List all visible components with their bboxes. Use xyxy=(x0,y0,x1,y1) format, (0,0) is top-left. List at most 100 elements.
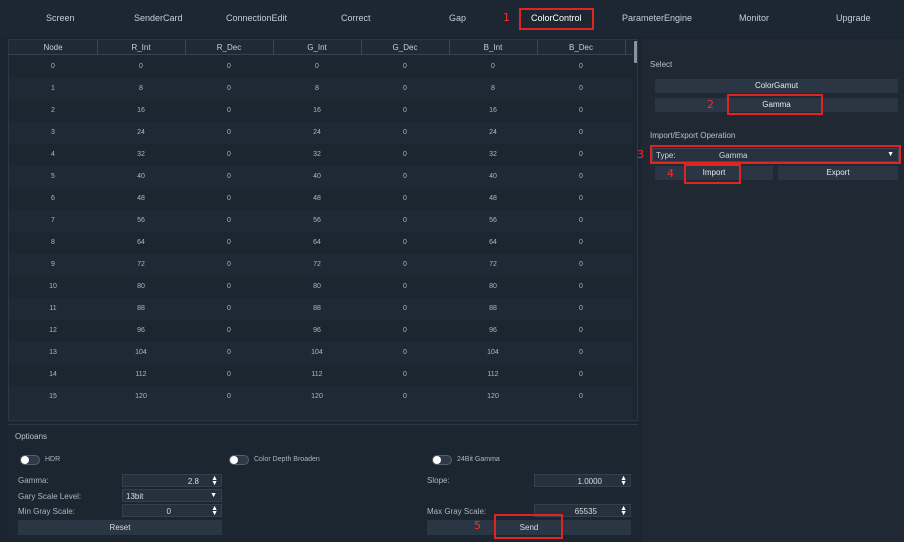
table-cell[interactable]: 0 xyxy=(537,283,625,290)
table-row[interactable]: 11 88 0 88 0 88 0 xyxy=(9,298,633,320)
table-cell[interactable]: 0 xyxy=(537,305,625,312)
spin-arrows-icon[interactable]: ▲ ▼ xyxy=(211,475,218,487)
table-cell[interactable]: 0 xyxy=(185,393,273,400)
table-cell[interactable]: 96 xyxy=(273,327,361,334)
table-cell[interactable]: 96 xyxy=(97,327,185,334)
table-cell[interactable]: 8 xyxy=(97,85,185,92)
table-cell[interactable]: 40 xyxy=(97,173,185,180)
table-cell[interactable]: 0 xyxy=(361,393,449,400)
table-cell[interactable]: 112 xyxy=(449,371,537,378)
table-cell[interactable]: 0 xyxy=(185,107,273,114)
spin-arrows-icon[interactable]: ▲ ▼ xyxy=(211,505,218,517)
table-cell[interactable]: 0 xyxy=(185,195,273,202)
table-cell[interactable]: 13 xyxy=(9,349,97,356)
table-cell[interactable]: 0 xyxy=(361,85,449,92)
table-row[interactable]: 3 24 0 24 0 24 0 xyxy=(9,122,633,144)
table-cell[interactable]: 15 xyxy=(9,393,97,400)
slope-spinbox[interactable]: 1.0000 ▲ ▼ xyxy=(534,474,631,487)
table-cell[interactable]: 56 xyxy=(449,217,537,224)
table-cell[interactable]: 0 xyxy=(361,261,449,268)
table-row[interactable]: 6 48 0 48 0 48 0 xyxy=(9,188,633,210)
table-cell[interactable]: 48 xyxy=(97,195,185,202)
table-cell[interactable]: 0 xyxy=(361,305,449,312)
table-cell[interactable]: 120 xyxy=(97,393,185,400)
color-depth-toggle[interactable] xyxy=(229,455,249,465)
table-cell[interactable]: 72 xyxy=(273,261,361,268)
table-cell[interactable]: 24 xyxy=(97,129,185,136)
table-row[interactable]: 15 120 0 120 0 120 0 xyxy=(9,386,633,408)
table-cell[interactable]: 0 xyxy=(537,173,625,180)
table-row[interactable]: 4 32 0 32 0 32 0 xyxy=(9,144,633,166)
table-cell[interactable]: 80 xyxy=(273,283,361,290)
table-cell[interactable]: 32 xyxy=(449,151,537,158)
table-cell[interactable]: 0 xyxy=(361,195,449,202)
table-cell[interactable]: 0 xyxy=(185,173,273,180)
table-cell[interactable]: 0 xyxy=(185,349,273,356)
table-cell[interactable]: 0 xyxy=(537,239,625,246)
table-cell[interactable]: 4 xyxy=(9,151,97,158)
table-cell[interactable]: 0 xyxy=(537,107,625,114)
table-cell[interactable]: 80 xyxy=(449,283,537,290)
gamma24-toggle[interactable] xyxy=(432,455,452,465)
table-cell[interactable]: 12 xyxy=(9,327,97,334)
table-cell[interactable]: 0 xyxy=(361,371,449,378)
table-cell[interactable]: 8 xyxy=(449,85,537,92)
table-cell[interactable]: 24 xyxy=(449,129,537,136)
table-cell[interactable]: 0 xyxy=(185,261,273,268)
table-row[interactable]: 5 40 0 40 0 40 0 xyxy=(9,166,633,188)
table-cell[interactable]: 16 xyxy=(273,107,361,114)
table-cell[interactable]: 0 xyxy=(537,195,625,202)
table-cell[interactable]: 0 xyxy=(361,239,449,246)
table-cell[interactable]: 5 xyxy=(9,173,97,180)
table-cell[interactable]: 0 xyxy=(97,63,185,70)
table-cell[interactable]: 80 xyxy=(97,283,185,290)
min-gray-spinbox[interactable]: 0 ▲ ▼ xyxy=(122,504,222,517)
table-cell[interactable]: 16 xyxy=(449,107,537,114)
gray-level-select[interactable]: 13bit ▼ xyxy=(122,489,222,502)
table-cell[interactable]: 7 xyxy=(9,217,97,224)
table-cell[interactable]: 0 xyxy=(361,63,449,70)
table-scrollbar[interactable] xyxy=(634,41,637,63)
table-cell[interactable]: 64 xyxy=(449,239,537,246)
table-cell[interactable]: 0 xyxy=(361,349,449,356)
table-cell[interactable]: 0 xyxy=(185,217,273,224)
tab-parameterengine[interactable]: ParameterEngine xyxy=(622,13,692,23)
table-cell[interactable]: 0 xyxy=(537,327,625,334)
tab-connectionedit[interactable]: ConnectionEdit xyxy=(226,13,287,23)
table-cell[interactable]: 0 xyxy=(361,173,449,180)
tab-correct[interactable]: Correct xyxy=(341,13,371,23)
table-cell[interactable]: 96 xyxy=(449,327,537,334)
table-row[interactable]: 13 104 0 104 0 104 0 xyxy=(9,342,633,364)
table-cell[interactable]: 0 xyxy=(361,217,449,224)
tab-gap[interactable]: Gap xyxy=(449,13,466,23)
table-cell[interactable]: 120 xyxy=(273,393,361,400)
table-cell[interactable]: 40 xyxy=(273,173,361,180)
table-cell[interactable]: 1 xyxy=(9,85,97,92)
table-cell[interactable]: 88 xyxy=(449,305,537,312)
tab-monitor[interactable]: Monitor xyxy=(739,13,769,23)
table-row[interactable]: 7 56 0 56 0 56 0 xyxy=(9,210,633,232)
table-cell[interactable]: 0 xyxy=(361,107,449,114)
table-cell[interactable]: 0 xyxy=(185,327,273,334)
tab-screen[interactable]: Screen xyxy=(46,13,75,23)
table-cell[interactable]: 104 xyxy=(97,349,185,356)
table-cell[interactable]: 0 xyxy=(185,283,273,290)
table-cell[interactable]: 8 xyxy=(273,85,361,92)
table-cell[interactable]: 0 xyxy=(537,371,625,378)
table-cell[interactable]: 88 xyxy=(273,305,361,312)
table-cell[interactable]: 0 xyxy=(537,85,625,92)
table-cell[interactable]: 10 xyxy=(9,283,97,290)
table-cell[interactable]: 11 xyxy=(9,305,97,312)
table-cell[interactable]: 0 xyxy=(537,261,625,268)
table-cell[interactable]: 9 xyxy=(9,261,97,268)
table-cell[interactable]: 0 xyxy=(185,85,273,92)
table-cell[interactable]: 6 xyxy=(9,195,97,202)
table-row[interactable]: 1808080 xyxy=(9,78,633,100)
reset-button[interactable]: Reset xyxy=(18,520,222,535)
table-row[interactable]: 14 112 0 112 0 112 0 xyxy=(9,364,633,386)
table-cell[interactable]: 0 xyxy=(9,63,97,70)
table-cell[interactable]: 0 xyxy=(185,305,273,312)
table-cell[interactable]: 0 xyxy=(537,217,625,224)
table-cell[interactable]: 0 xyxy=(449,63,537,70)
table-cell[interactable]: 104 xyxy=(273,349,361,356)
